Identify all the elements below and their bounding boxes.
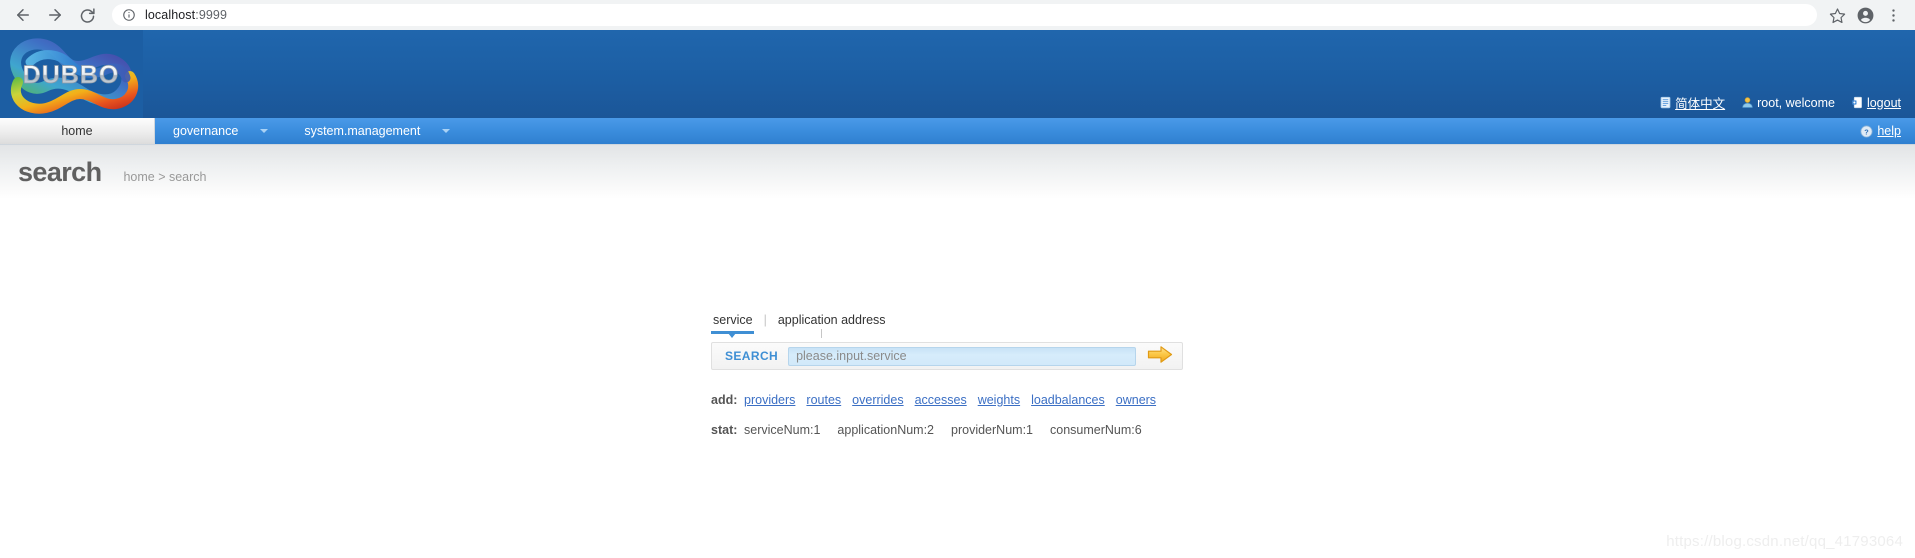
add-link-accesses[interactable]: accesses [915,393,967,407]
nav-item-system-management-label: system.management [304,124,421,138]
logout-door-icon [1851,96,1864,109]
stat-application-num: applicationNum:2 [837,423,935,437]
document-icon [1659,96,1672,109]
search-bar: SEARCH [711,342,1183,370]
browser-toolbar: localhost:9999 [0,0,1915,30]
add-link-routes[interactable]: routes [806,393,841,407]
add-link-owners[interactable]: owners [1116,393,1156,407]
address-bar-text: localhost:9999 [145,8,227,22]
add-link-weights[interactable]: weights [978,393,1020,407]
stat-label: stat: [711,423,738,437]
main-content: service | application address SEARCH ple… [0,199,1915,558]
add-links: providers routes overrides accesses weig… [744,393,1156,407]
add-links-row: add: providers routes overrides accesses… [711,393,1231,407]
url-port: :9999 [195,8,228,22]
page-title-band: search home > search [0,145,1915,199]
stat-items: serviceNum:1 applicationNum:2 providerNu… [744,423,1142,437]
stat-service-num: serviceNum:1 [744,423,821,437]
dubbo-logo[interactable]: DUBBO [0,30,143,118]
chevron-down-icon [442,129,451,133]
help-link[interactable]: help [1877,124,1901,138]
search-type-tabs: service | application address [711,309,1231,338]
add-link-loadbalances[interactable]: loadbalances [1031,393,1105,407]
info-circle-icon[interactable] [122,8,136,22]
tab-tick-mark [821,329,822,338]
account-circle-icon[interactable] [1853,3,1877,27]
site-header: DUBBO 简体中文 root, welcome logout [0,30,1915,118]
arrow-right-go-icon [1147,345,1173,367]
url-host: localhost [145,8,196,22]
three-dots-menu-icon[interactable] [1881,3,1905,27]
dubbo-logo-text: DUBBO [23,61,120,89]
star-icon[interactable] [1825,3,1849,27]
svg-text:?: ? [1865,127,1870,136]
tab-separator: | [763,313,767,327]
current-user-label: root, welcome [1757,95,1835,110]
stat-row: stat: serviceNum:1 applicationNum:2 prov… [711,423,1231,437]
nav-item-system-management[interactable]: system.management [286,118,468,144]
help-circle-icon: ? [1860,124,1873,138]
active-tab-arrow-icon [728,333,736,338]
back-icon[interactable] [10,2,36,28]
language-switch[interactable]: 简体中文 [1659,93,1725,112]
watermark: https://blog.csdn.net/qq_41793064 [1666,533,1903,550]
stat-consumer-num: consumerNum:6 [1050,423,1142,437]
search-panel: service | application address SEARCH ple… [711,309,1231,437]
logout[interactable]: logout [1851,96,1901,110]
main-navigation: home governance system.management ? help [0,118,1915,145]
search-tab-application-address[interactable]: application address [776,313,888,329]
stat-provider-num: providerNum:1 [951,423,1033,437]
current-user: root, welcome [1741,96,1835,110]
page-title: search [18,156,102,187]
search-button-label[interactable]: SEARCH [719,349,788,363]
help-link-group[interactable]: ? help [1860,118,1901,144]
header-user-links: 简体中文 root, welcome logout [1659,93,1901,112]
add-label: add: [711,393,738,407]
nav-item-home-label: home [61,124,93,138]
user-icon [1741,96,1754,109]
browser-right-controls [1825,3,1905,27]
reload-icon[interactable] [74,2,100,28]
address-bar[interactable]: localhost:9999 [112,4,1817,26]
browser-nav-buttons [10,2,100,28]
add-link-providers[interactable]: providers [744,393,795,407]
search-input[interactable] [788,346,1136,366]
language-switch-link[interactable]: 简体中文 [1675,93,1725,112]
forward-icon[interactable] [42,2,68,28]
chevron-down-icon [260,129,269,133]
nav-item-home[interactable]: home [0,118,155,144]
logout-link[interactable]: logout [1867,96,1901,110]
search-submit-button[interactable] [1145,345,1175,367]
search-tab-service[interactable]: service [711,313,755,329]
search-tab-service-label: service [713,313,753,327]
search-tab-application-address-label: application address [777,313,886,327]
nav-item-governance[interactable]: governance [155,118,286,144]
breadcrumb: home > search [123,169,207,184]
add-link-overrides[interactable]: overrides [852,393,903,407]
nav-item-governance-label: governance [173,124,239,138]
